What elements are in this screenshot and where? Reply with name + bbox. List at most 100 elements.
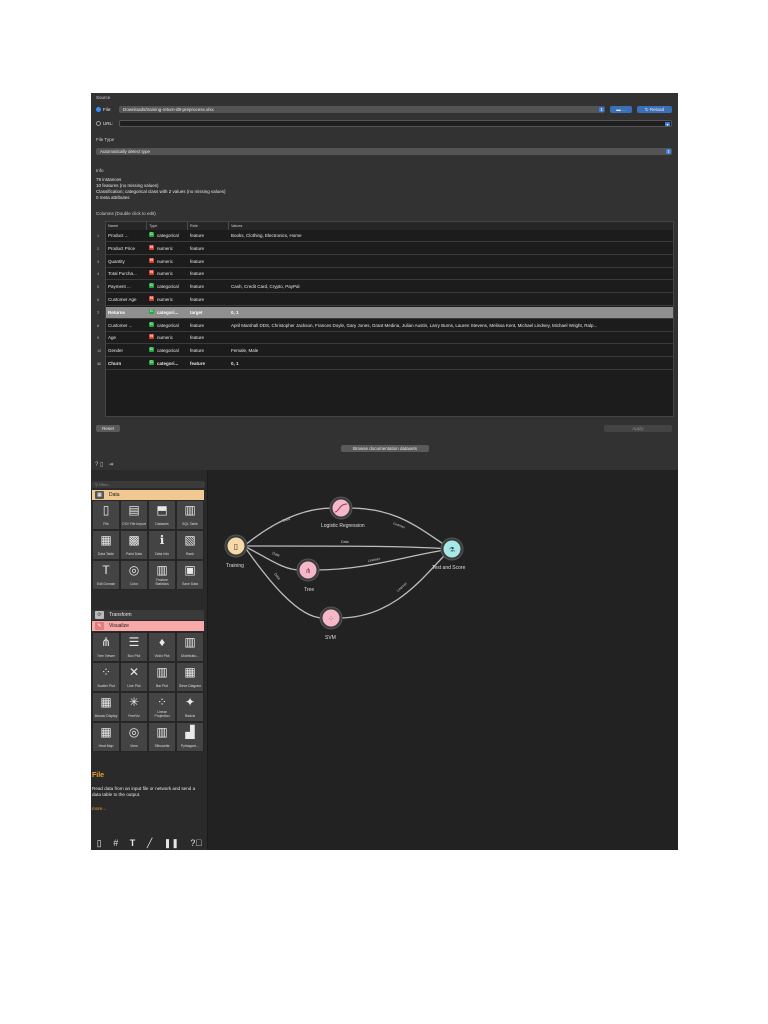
widget-tile[interactable]: ▥ SQL Table: [176, 500, 204, 530]
widget-tile[interactable]: ▩ Paint Data: [120, 530, 148, 560]
row-name[interactable]: Age: [108, 332, 147, 344]
row-role[interactable]: feature: [190, 332, 228, 344]
row-role[interactable]: feature: [190, 345, 228, 357]
link-training-test[interactable]: [243, 545, 452, 550]
doc-icon[interactable]: ▯: [100, 462, 103, 468]
browse-docs-button[interactable]: Browse documentation datasets: [341, 445, 429, 452]
table-row[interactable]: Age Nnumeric feature 9: [97, 332, 673, 345]
grid-icon[interactable]: #: [113, 838, 118, 848]
table-row[interactable]: Product ... Ccategorical feature Books, Clo…: [97, 230, 673, 242]
widget-tile[interactable]: ▟ Pythagore...: [176, 722, 204, 752]
file-radio[interactable]: [96, 107, 101, 112]
node-svm[interactable]: ⁘ SVM: [319, 606, 343, 641]
table-row[interactable]: Churn Ccategori... feature 0, 1 11: [97, 358, 673, 370]
widget-tile[interactable]: ▦ Sieve Diagram: [176, 662, 204, 692]
toolbox-search-input[interactable]: ⚲ Filter...: [92, 481, 205, 488]
url-input[interactable]: ▾: [119, 120, 672, 127]
widget-tile[interactable]: ▯ File: [92, 500, 120, 530]
help-icon[interactable]: ?: [95, 462, 98, 468]
row-name[interactable]: Customer ...: [108, 320, 147, 332]
row-name[interactable]: Gender: [108, 345, 147, 357]
row-role[interactable]: feature: [190, 256, 228, 268]
widget-tile[interactable]: ✦ Radviz: [176, 692, 204, 722]
table-row[interactable]: Total Purcha... Nnumeric feature 4: [97, 268, 673, 281]
row-role[interactable]: feature: [190, 320, 228, 332]
widget-tile[interactable]: T Edit Domain: [92, 560, 120, 590]
columns-table[interactable]: Name Type Role Values Product ... Ccatego…: [97, 221, 674, 417]
row-role[interactable]: feature: [190, 281, 228, 293]
row-type[interactable]: Ccategori...: [149, 307, 189, 319]
row-name[interactable]: Quantity: [108, 256, 147, 268]
node-test-and-score[interactable]: ⚗ Test and Score: [432, 537, 466, 571]
row-type[interactable]: Nnumeric: [149, 256, 189, 268]
node-training[interactable]: ▯ Training: [224, 534, 248, 569]
table-row[interactable]: Quantity Nnumeric feature 3: [97, 256, 673, 268]
row-role[interactable]: feature: [190, 230, 228, 242]
widget-tile[interactable]: ◎ Color: [120, 560, 148, 590]
widget-tile[interactable]: ◎ Venn: [120, 722, 148, 752]
column-header-role[interactable]: Role: [188, 222, 229, 230]
widget-tile[interactable]: ℹ Data Info: [148, 530, 176, 560]
widget-tile[interactable]: ▦ Mosaic Display: [92, 692, 120, 722]
row-type[interactable]: Nnumeric: [149, 332, 189, 344]
widget-tile[interactable]: ▤ CSV File Import: [120, 500, 148, 530]
category-data[interactable]: ▦ Data: [92, 490, 204, 500]
reset-button[interactable]: Reset: [96, 425, 120, 432]
category-transform[interactable]: ⟳ Transform: [92, 610, 204, 620]
widget-tile[interactable]: ♦ Violin Plot: [148, 632, 176, 662]
row-type[interactable]: Ccategorical: [149, 320, 189, 332]
row-type[interactable]: Nnumeric: [149, 268, 189, 280]
widget-tile[interactable]: ☰ Box Plot: [120, 632, 148, 662]
widget-tile[interactable]: ▥ Distributio...: [176, 632, 204, 662]
row-role[interactable]: feature: [190, 243, 228, 255]
table-row[interactable]: Customer ... Ccategorical feature April Mar…: [97, 320, 673, 332]
row-type[interactable]: Ccategorical: [149, 281, 189, 293]
widget-tile[interactable]: ▥ Silhouette: [148, 722, 176, 752]
widget-tile[interactable]: ⬒ Datasets: [148, 500, 176, 530]
row-role[interactable]: target: [190, 307, 228, 319]
column-header-type[interactable]: Type: [147, 222, 188, 230]
node-logistic-regression[interactable]: Logistic Regression: [321, 496, 365, 529]
table-row[interactable]: Gender Ccategorical feature Female, Male 10: [97, 345, 673, 358]
workflow-canvas[interactable]: Data Data Data Data Learner Learner Lear…: [208, 470, 678, 850]
table-row[interactable]: Payment ... Ccategorical feature Cash, Cred…: [97, 281, 673, 294]
row-role[interactable]: feature: [190, 294, 228, 306]
row-name[interactable]: Returns: [108, 307, 147, 319]
pause-icon[interactable]: ❚❚: [164, 838, 179, 849]
row-name[interactable]: Payment ...: [108, 281, 147, 293]
widget-tile[interactable]: ▧ Rank: [176, 530, 204, 560]
link-training-svm[interactable]: [243, 545, 324, 619]
widget-tile[interactable]: ▦ Data Table: [92, 530, 120, 560]
row-type[interactable]: Nnumeric: [149, 243, 189, 255]
widget-tile[interactable]: ▥ Bar Plot: [148, 662, 176, 692]
row-name[interactable]: Total Purcha...: [108, 268, 147, 280]
link-training-logistic[interactable]: [243, 507, 334, 547]
link-tree-test[interactable]: [314, 548, 452, 571]
help-circle-icon[interactable]: ?⃝: [190, 838, 202, 848]
row-type[interactable]: Ccategori...: [149, 358, 189, 370]
browse-button[interactable]: ▬ ...: [610, 106, 632, 113]
widget-tile[interactable]: ▣ Save Data: [176, 560, 204, 590]
row-type[interactable]: Ccategorical: [149, 230, 189, 242]
table-row[interactable]: Product Price Nnumeric feature 2: [97, 243, 673, 255]
widget-tile[interactable]: ⁘ Scatter Plot: [92, 662, 120, 692]
pen-tool-icon[interactable]: ╱: [147, 838, 152, 849]
row-name[interactable]: Product Price: [108, 243, 147, 255]
column-header-name[interactable]: Name: [106, 222, 147, 230]
category-visualize[interactable]: ✎ Visualize: [92, 621, 204, 631]
table-row[interactable]: Customer Age Nnumeric feature 6: [97, 294, 673, 306]
file-type-select[interactable]: Automatically detect type ⇕: [96, 148, 672, 155]
output-icon[interactable]: ⇥: [108, 462, 113, 468]
table-row[interactable]: Returns Ccategori... target 0, 17: [97, 306, 673, 319]
document-icon[interactable]: ▯: [97, 838, 102, 849]
help-more-link[interactable]: more...: [92, 806, 106, 811]
file-path-combo[interactable]: Downloads/training-return-d8-preprocess.…: [119, 106, 605, 113]
widget-tile[interactable]: ⁘ Linear Projection: [148, 692, 176, 722]
widget-tile[interactable]: ⋔ Tree Viewer: [92, 632, 120, 662]
row-name[interactable]: Churn: [108, 358, 147, 370]
column-header-values[interactable]: Values: [229, 222, 673, 230]
node-tree[interactable]: ⋔ Tree: [296, 558, 320, 593]
row-role[interactable]: feature: [190, 268, 228, 280]
widget-tile[interactable]: ▥ Feature Statistics: [148, 560, 176, 590]
widget-tile[interactable]: ✕ Line Plot: [120, 662, 148, 692]
